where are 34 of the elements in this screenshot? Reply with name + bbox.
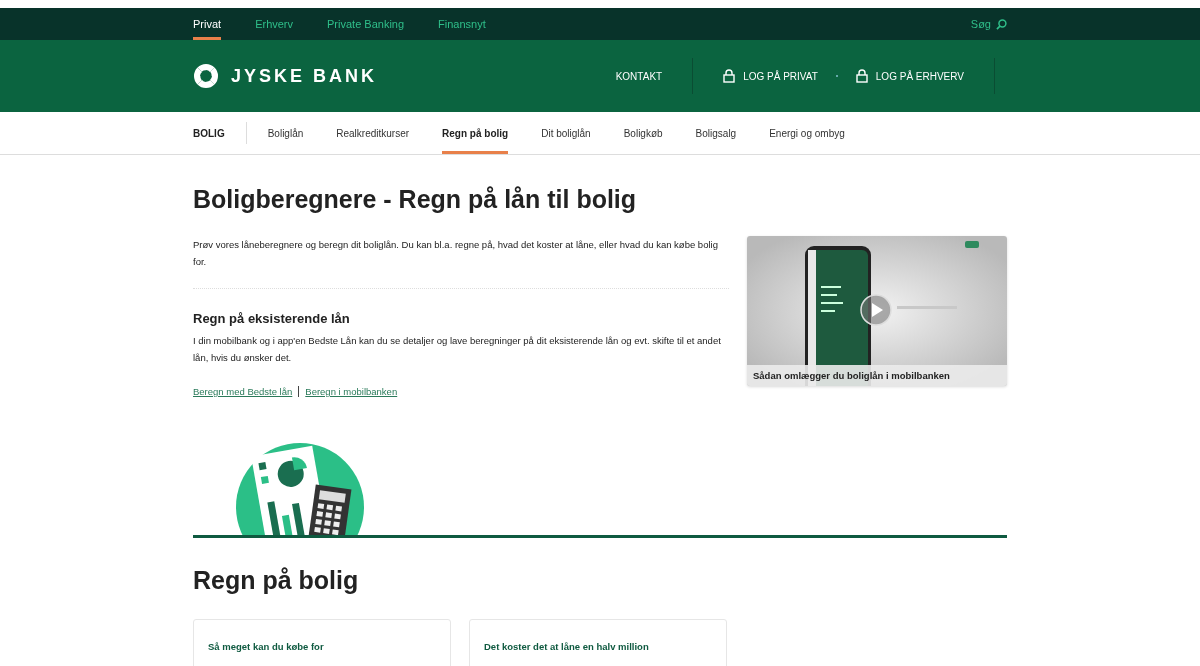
section-label: BOLIG [193,127,225,139]
top-nav-link[interactable]: Erhverv [255,8,294,40]
video-caption: Sådan omlægger du boliglån i mobilbanken [747,365,1007,386]
contact-link[interactable]: KONTAKT [597,70,681,82]
text-link[interactable]: Beregn med Bedste lån [193,386,293,397]
card-title: Det koster det at låne en halv million [484,641,649,652]
text-link[interactable]: Beregn i mobilbanken [305,386,398,397]
card-title: Så meget kan du købe for [208,641,324,652]
calculator-card[interactable]: Det koster det at låne en halv million [469,619,727,666]
section-title: Regn på bolig [193,566,360,595]
sub-nav-link[interactable]: Energi og ombyg [769,112,845,154]
logo-text: JYSKE BANK [231,65,378,87]
logo-icon [193,63,219,89]
search-icon [996,18,1007,30]
video-card[interactable]: Sådan omlægger du boliglån i mobilbanken [747,236,1007,386]
sub-nav-link[interactable]: Boligkøb [623,112,663,154]
calculator-card[interactable]: Så meget kan du købe for [193,619,451,666]
page-title: Boligberegnere - Regn på lån til bolig [193,185,638,214]
login-link[interactable]: LOG PÅ ERHVERV [837,69,982,83]
top-nav-link[interactable]: Finansnyt [438,8,486,40]
lock-icon [723,69,736,83]
lock-icon [855,69,868,83]
intro-text: Prøv vores låneberegnere og beregn dit boliglån. Du kan bl.a. regne på, hvad det koster at låne, eller hvad du kan købe bolig for. [193,238,719,269]
body-text: I din mobilbank og i app'en Bedste Lån kan du se detaljer og lave beregninger på dit eksisterende lån og evt. skifte til et andet lån, hvis du ønsker det. [193,334,722,365]
sub-nav-link[interactable]: Realkreditkurser [336,112,410,154]
sub-nav-link[interactable]: Boligsalg [695,112,737,154]
sub-nav-link[interactable]: Boliglån [267,112,304,154]
play-icon [860,294,892,326]
login-link[interactable]: LOG PÅ PRIVAT [705,69,836,83]
sub-nav-link[interactable]: Regn på bolig [442,112,509,154]
top-nav-link[interactable]: Private Banking [327,8,405,40]
sub-nav-link[interactable]: Dit boliglån [541,112,591,154]
section-heading: Regn på eksisterende lån [193,311,351,326]
search-link[interactable]: Søg [970,18,1007,30]
